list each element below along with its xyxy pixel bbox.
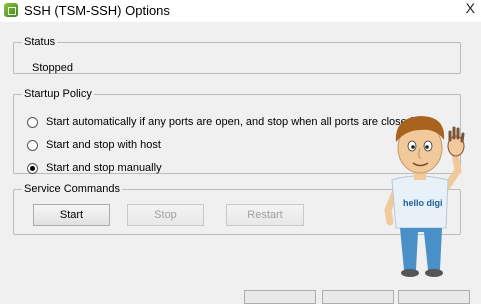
radio-button[interactable] xyxy=(27,139,38,151)
status-group: Status Stopped xyxy=(13,36,461,74)
cancel-button-partial[interactable] xyxy=(322,290,394,304)
radio-label: Start automatically if any ports are ope… xyxy=(46,116,413,128)
startup-policy-legend: Startup Policy xyxy=(24,88,92,100)
window-title: SSH (TSM-SSH) Options xyxy=(24,3,170,18)
title-bar: SSH (TSM-SSH) Options X xyxy=(0,0,481,22)
status-legend: Status xyxy=(24,36,56,48)
stop-button[interactable]: Stop xyxy=(127,204,204,226)
radio-option-auto[interactable]: Start automatically if any ports are ope… xyxy=(27,115,413,129)
radio-button-selected[interactable] xyxy=(27,162,38,174)
shirt-text: hello digi xyxy=(403,198,443,208)
vsphere-app-icon xyxy=(4,3,18,17)
service-commands-legend: Service Commands xyxy=(24,183,120,195)
ok-button-partial[interactable] xyxy=(244,290,316,304)
help-button-partial[interactable] xyxy=(398,290,470,304)
radio-label: Start and stop with host xyxy=(46,139,161,151)
restart-button[interactable]: Restart xyxy=(226,204,304,226)
radio-button[interactable] xyxy=(27,116,38,128)
mascot-illustration: hello digi xyxy=(384,116,465,277)
radio-option-with-host[interactable]: Start and stop with host xyxy=(27,138,161,152)
radio-label: Start and stop manually xyxy=(46,162,162,174)
radio-option-manual[interactable]: Start and stop manually xyxy=(27,161,162,175)
close-icon[interactable]: X xyxy=(466,0,475,16)
status-value: Stopped xyxy=(32,62,73,74)
start-button[interactable]: Start xyxy=(33,204,110,226)
